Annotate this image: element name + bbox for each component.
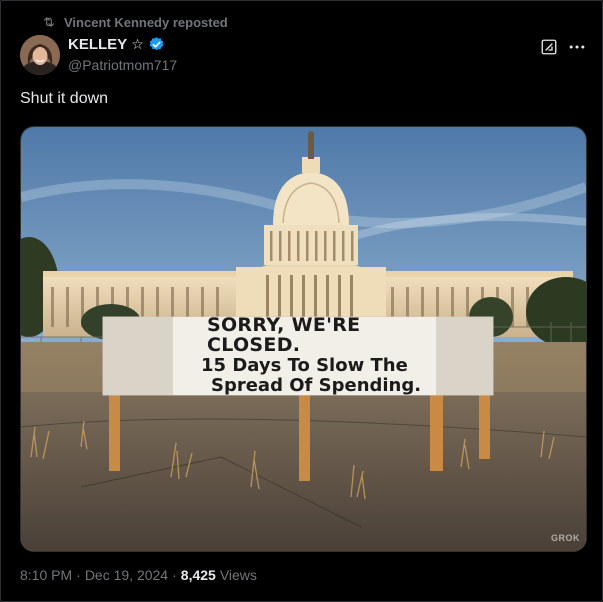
post-text: Shut it down — [20, 90, 109, 107]
post-date[interactable]: Dec 19, 2024 — [85, 567, 168, 583]
repost-text: Vincent Kennedy reposted — [64, 14, 228, 30]
sign-line-2: 15 Days To Slow The — [201, 354, 408, 376]
grok-icon[interactable] — [540, 38, 558, 56]
views-label[interactable]: Views — [220, 567, 257, 583]
author-name[interactable]: KELLEY — [68, 36, 127, 53]
repost-indicator[interactable]: Vincent Kennedy reposted — [42, 13, 228, 31]
more-icon[interactable] — [567, 37, 587, 57]
image-watermark: GROK — [551, 533, 580, 543]
meta-separator: · — [172, 567, 177, 583]
sign-text: SORRY, WE'RE CLOSED. 15 Days To Slow The… — [193, 314, 455, 396]
post-time[interactable]: 8:10 PM — [20, 567, 72, 583]
post-image[interactable]: SORRY, WE'RE CLOSED. 15 Days To Slow The… — [20, 126, 587, 552]
meta-separator: · — [76, 567, 81, 583]
sign-line-3: Spread Of Spending. — [211, 374, 422, 396]
author-row[interactable]: KELLEY ☆ — [68, 36, 165, 53]
avatar[interactable] — [20, 35, 60, 75]
post-meta: 8:10 PM · Dec 19, 2024 · 8,425 Views — [20, 567, 257, 583]
views-count[interactable]: 8,425 — [181, 567, 216, 583]
author-handle[interactable]: @Patriotmom717 — [68, 57, 177, 73]
star-icon: ☆ — [131, 36, 144, 52]
post-container[interactable]: Vincent Kennedy reposted KELLEY ☆ @Patri… — [0, 0, 603, 602]
repost-icon — [43, 17, 55, 27]
verified-badge-icon[interactable] — [148, 36, 165, 53]
sign-line-1: SORRY, WE'RE CLOSED. — [207, 314, 361, 356]
